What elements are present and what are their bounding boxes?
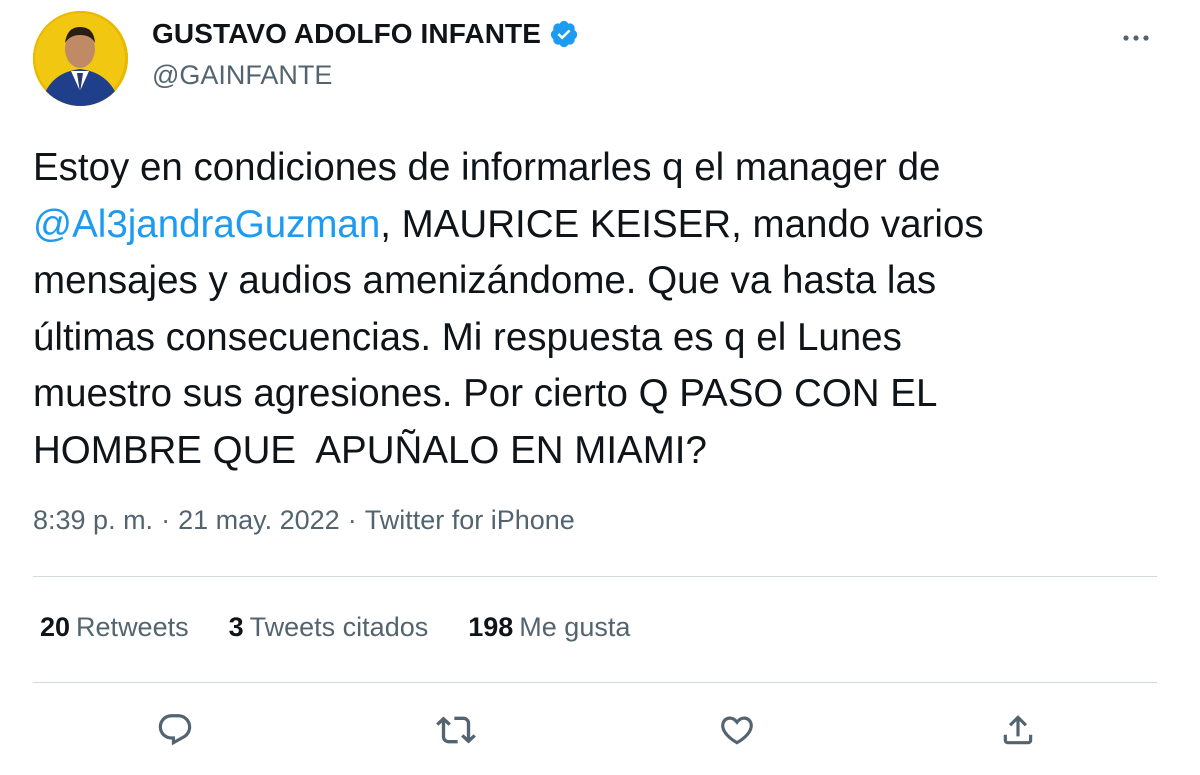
meta-separator: · — [347, 505, 357, 535]
avatar[interactable] — [33, 11, 128, 106]
quotes-stat[interactable]: 3 Tweets citados — [229, 612, 429, 643]
divider — [33, 682, 1157, 683]
share-button[interactable] — [996, 708, 1040, 752]
tweet-text-segment: mensajes y audios amenizándome. Que va h… — [33, 259, 937, 302]
heart-icon — [721, 716, 753, 745]
tweet-text: Estoy en condiciones de informarles q el… — [33, 140, 1163, 479]
tweet-time[interactable]: 8:39 p. m. — [33, 505, 153, 535]
tweet-text-line: muestro sus agresiones. Por cierto Q PAS… — [33, 366, 1163, 423]
tweet-card: GUSTAVO ADOLFO INFANTE @GAINFANTE Estoy … — [0, 0, 1200, 775]
retweet-icon — [436, 716, 476, 744]
retweet-button[interactable] — [434, 708, 478, 752]
tweet-text-line: @Al3jandraGuzman, MAURICE KEISER, mando … — [33, 197, 1163, 254]
reply-button[interactable] — [153, 708, 197, 752]
reply-bubble-icon — [158, 714, 192, 746]
mention-link[interactable]: @Al3jandraGuzman — [33, 203, 380, 246]
meta-separator: · — [161, 505, 171, 535]
tweet-text-segment: HOMBRE QUE APUÑALO EN MIAMI? — [33, 428, 707, 472]
retweets-label: Retweets — [76, 612, 189, 642]
tweet-text-segment: , MAURICE KEISER, mando varios — [380, 202, 984, 246]
tweet-text-segment: muestro sus agresiones. Por cierto Q PAS… — [33, 372, 938, 415]
more-horizontal-icon[interactable] — [1118, 26, 1154, 50]
likes-count: 198 — [468, 612, 514, 642]
tweet-text-segment: Estoy en condiciones de informarles q el… — [33, 146, 941, 189]
likes-label: Me gusta — [519, 612, 631, 642]
retweets-count: 20 — [40, 612, 71, 642]
avatar-photo — [33, 11, 128, 106]
likes-stat[interactable]: 198 Me gusta — [468, 612, 630, 643]
tweet-actions — [0, 708, 1200, 752]
tweet-text-line: HOMBRE QUE APUÑALO EN MIAMI? — [33, 423, 1163, 480]
like-button[interactable] — [715, 708, 759, 752]
tweet-date[interactable]: 21 may. 2022 — [178, 505, 340, 535]
tweet-stats: 20 Retweets 3 Tweets citados 198 Me gusta — [40, 612, 630, 643]
tweet-text-segment: últimas consecuencias. Mi respuesta es q… — [33, 315, 902, 359]
divider — [33, 576, 1157, 577]
author-handle[interactable]: @GAINFANTE — [152, 60, 332, 91]
author-name-row[interactable]: GUSTAVO ADOLFO INFANTE — [152, 18, 579, 50]
tweet-text-line: últimas consecuencias. Mi respuesta es q… — [33, 310, 1163, 367]
retweets-stat[interactable]: 20 Retweets — [40, 612, 189, 643]
tweet-text-line: Estoy en condiciones de informarles q el… — [33, 140, 1163, 197]
quotes-label: Tweets citados — [249, 612, 429, 642]
tweet-meta: 8:39 p. m. · 21 may. 2022 · Twitter for iPho… — [33, 505, 575, 536]
tweet-source[interactable]: Twitter for iPhone — [365, 505, 575, 535]
share-icon — [1003, 715, 1033, 745]
verified-badge-icon — [549, 19, 579, 49]
tweet-text-line: mensajes y audios amenizándome. Que va h… — [33, 253, 1163, 310]
author-display-name[interactable]: GUSTAVO ADOLFO INFANTE — [152, 18, 541, 50]
quotes-count: 3 — [228, 612, 244, 642]
